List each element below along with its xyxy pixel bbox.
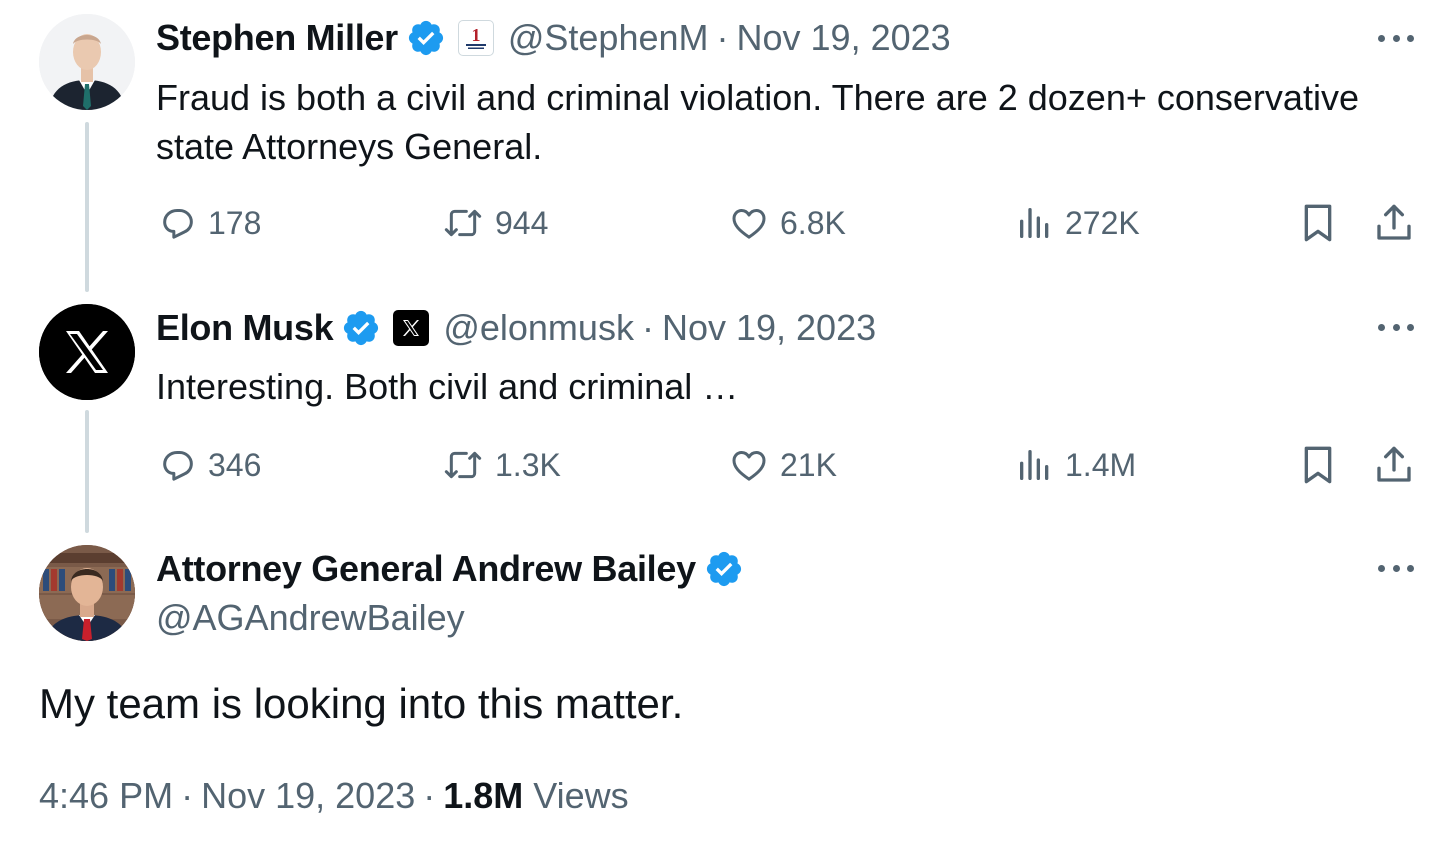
separator: · bbox=[181, 775, 194, 816]
like-count: 21K bbox=[780, 446, 837, 483]
reply-button[interactable]: 346 bbox=[158, 443, 261, 487]
more-options-icon[interactable] bbox=[1378, 32, 1414, 44]
avatar[interactable] bbox=[39, 545, 135, 641]
more-options-icon[interactable] bbox=[1378, 321, 1414, 333]
repost-icon bbox=[444, 451, 482, 479]
tweet-date[interactable]: Nov 19, 2023 bbox=[662, 307, 876, 349]
tweet-text-line: Fraud is both a civil and criminal viola… bbox=[156, 77, 1359, 118]
share-button[interactable] bbox=[1374, 443, 1414, 487]
user-handle[interactable]: @AGAndrewBailey bbox=[156, 597, 465, 639]
tweet-date[interactable]: Nov 19, 2023 bbox=[201, 775, 415, 817]
bookmark-button[interactable] bbox=[1298, 443, 1338, 487]
analytics-icon bbox=[1020, 208, 1049, 238]
share-icon bbox=[1377, 204, 1411, 240]
verified-badge-icon bbox=[341, 308, 381, 348]
views-count[interactable]: 1.8M bbox=[443, 775, 523, 817]
more-options-icon[interactable] bbox=[1378, 562, 1414, 574]
repost-count: 944 bbox=[495, 204, 549, 241]
tweet-text: My team is looking into this matter. bbox=[39, 680, 684, 727]
like-button[interactable]: 6.8K bbox=[728, 201, 846, 245]
repost-button[interactable]: 1.3K bbox=[441, 443, 561, 487]
user-handle[interactable]: @StephenM bbox=[508, 17, 709, 59]
tweet-text-line: state Attorneys General. bbox=[156, 126, 543, 167]
reply-icon bbox=[163, 209, 193, 239]
reply-count: 178 bbox=[208, 204, 262, 241]
separator: · bbox=[716, 17, 729, 58]
share-icon bbox=[1377, 446, 1411, 482]
verified-badge-icon bbox=[704, 549, 744, 589]
bookmark-button[interactable] bbox=[1298, 201, 1338, 245]
svg-text:1: 1 bbox=[471, 25, 480, 45]
tweet-text: Interesting. Both civil and criminal … bbox=[156, 362, 738, 411]
tweet-date[interactable]: Nov 19, 2023 bbox=[737, 17, 951, 59]
repost-button[interactable]: 944 bbox=[441, 201, 548, 245]
display-name[interactable]: Elon Musk bbox=[156, 307, 334, 349]
repost-count: 1.3K bbox=[495, 446, 561, 483]
thread-line bbox=[85, 410, 89, 533]
reply-button[interactable]: 178 bbox=[158, 201, 261, 245]
tweet-text-line: Interesting. Both civil and criminal … bbox=[156, 366, 739, 407]
like-button[interactable]: 21K bbox=[728, 443, 837, 487]
verified-badge-icon bbox=[406, 18, 446, 58]
views-count: 1.4M bbox=[1065, 446, 1137, 483]
display-name[interactable]: Stephen Miller bbox=[156, 17, 398, 59]
x-affiliation-icon[interactable] bbox=[393, 310, 430, 346]
heart-icon bbox=[732, 209, 766, 239]
repost-icon bbox=[444, 209, 482, 237]
views-count: 272K bbox=[1065, 204, 1140, 241]
heart-icon bbox=[732, 451, 766, 481]
views-button[interactable]: 272K bbox=[1015, 201, 1140, 245]
tweet-time[interactable]: 4:46 PM bbox=[39, 775, 173, 817]
like-count: 6.8K bbox=[780, 204, 846, 241]
views-label: Views bbox=[533, 775, 629, 816]
tweet-text: Fraud is both a civil and criminal viola… bbox=[156, 73, 1359, 171]
user-handle[interactable]: @elonmusk bbox=[443, 307, 634, 349]
avatar[interactable] bbox=[39, 14, 135, 110]
bookmark-icon bbox=[1304, 204, 1332, 242]
tweet-meta: 4:46 PM · Nov 19, 2023 · 1.8M Views bbox=[39, 775, 629, 817]
separator: · bbox=[641, 307, 654, 348]
analytics-icon bbox=[1020, 450, 1049, 480]
share-button[interactable] bbox=[1374, 201, 1414, 245]
views-button[interactable]: 1.4M bbox=[1015, 443, 1136, 487]
display-name[interactable]: Attorney General Andrew Bailey bbox=[156, 548, 696, 590]
separator: · bbox=[423, 775, 436, 816]
affiliation-badge-icon[interactable]: 1 bbox=[457, 20, 494, 56]
bookmark-icon bbox=[1304, 446, 1332, 484]
thread-line bbox=[85, 122, 89, 292]
reply-count: 346 bbox=[208, 446, 262, 483]
reply-icon bbox=[163, 451, 193, 481]
avatar[interactable] bbox=[39, 304, 135, 400]
